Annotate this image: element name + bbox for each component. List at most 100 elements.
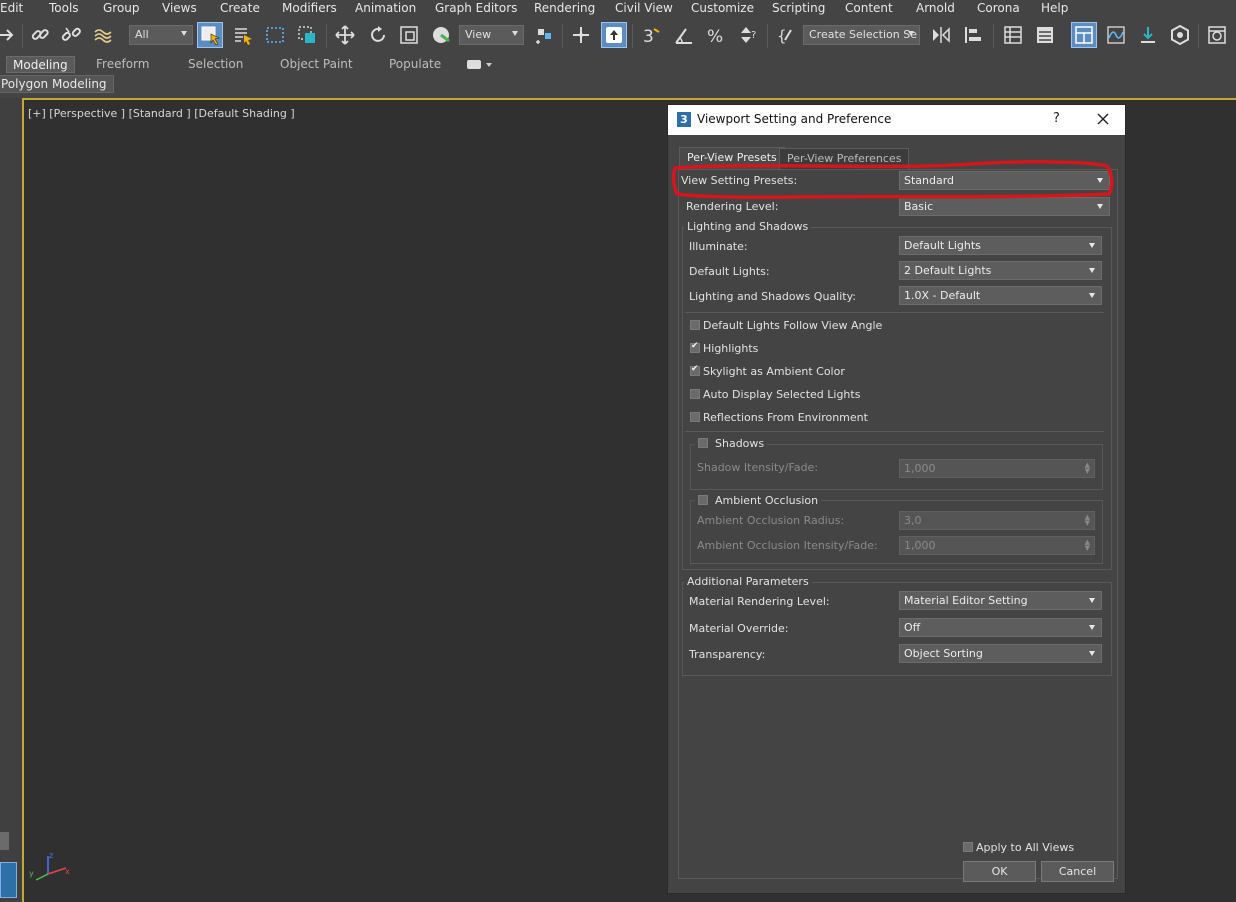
viewport-side-button[interactable] xyxy=(0,832,9,850)
polygon-modeling-panel[interactable]: Polygon Modeling xyxy=(0,75,114,93)
material-rendering-level-label: Material Rendering Level: xyxy=(689,595,830,608)
menu-rendering[interactable]: Rendering xyxy=(534,1,595,15)
default-lights-follow-checkbox[interactable] xyxy=(690,320,700,330)
pivot-center-icon[interactable] xyxy=(531,22,557,48)
menu-animation[interactable]: Animation xyxy=(355,1,416,15)
tab-per-view-preferences[interactable]: Per-View Preferences xyxy=(779,148,910,169)
render-setup-icon[interactable] xyxy=(1204,22,1230,48)
tab-object-paint[interactable]: Object Paint xyxy=(280,56,353,73)
rendering-level-dropdown[interactable]: Basic xyxy=(899,197,1110,216)
menu-customize[interactable]: Customize xyxy=(691,1,754,15)
close-icon[interactable] xyxy=(1093,109,1113,129)
selection-filter-dropdown[interactable]: All xyxy=(129,25,193,45)
tab-per-view-presets[interactable]: Per-View Presets xyxy=(679,147,785,169)
view-setting-presets-label: View Setting Presets: xyxy=(681,174,798,187)
material-editor-icon[interactable] xyxy=(1167,22,1193,48)
reflections-env-checkbox[interactable] xyxy=(690,412,700,422)
shadow-intensity-spinner[interactable]: 1,000 ▲ ▼ xyxy=(899,459,1095,478)
spinner-snap-icon[interactable]: ? xyxy=(735,22,761,48)
material-rendering-level-dropdown[interactable]: Material Editor Setting xyxy=(899,591,1102,610)
menu-views[interactable]: Views xyxy=(162,1,197,15)
shadow-quality-dropdown[interactable]: 1.0X - Default xyxy=(899,286,1102,305)
default-lights-dropdown[interactable]: 2 Default Lights xyxy=(899,261,1102,280)
cancel-button[interactable]: Cancel xyxy=(1041,861,1114,882)
auto-display-lights-checkbox[interactable] xyxy=(690,389,700,399)
tab-selection[interactable]: Selection xyxy=(188,56,243,73)
menu-arnold[interactable]: Arnold xyxy=(916,1,955,15)
dialog-titlebar[interactable]: 3 Viewport Setting and Preference ? xyxy=(668,105,1125,135)
menu-edit[interactable]: Edit xyxy=(0,1,23,15)
bind-spacewarp-icon[interactable] xyxy=(91,22,117,48)
tab-modeling[interactable]: Modeling xyxy=(6,56,75,73)
viewport-label-menu[interactable]: [+] [Perspective ] [Standard ] [Default … xyxy=(28,107,295,120)
edit-named-selection-icon[interactable]: { xyxy=(773,22,799,48)
curve-editor-icon[interactable] xyxy=(1103,22,1129,48)
svg-text:?: ? xyxy=(751,30,756,41)
menu-scripting[interactable]: Scripting xyxy=(772,1,825,15)
menu-help[interactable]: Help xyxy=(1041,1,1068,15)
shadows-checkbox[interactable] xyxy=(698,438,708,448)
undo-arrow-icon[interactable] xyxy=(0,22,20,48)
view-setting-presets-dropdown[interactable]: Standard xyxy=(899,171,1110,190)
unlink-icon[interactable] xyxy=(58,22,84,48)
reference-coord-dropdown[interactable]: View xyxy=(459,25,524,45)
rect-region-icon[interactable] xyxy=(262,22,288,48)
tab-populate[interactable]: Populate xyxy=(389,56,441,73)
select-manipulate-icon[interactable] xyxy=(568,22,594,48)
highlights-checkbox[interactable] xyxy=(690,341,700,353)
mirror-icon[interactable] xyxy=(928,22,954,48)
select-by-name-icon[interactable] xyxy=(230,22,256,48)
scene-explorer-icon[interactable] xyxy=(1000,22,1026,48)
help-button[interactable]: ? xyxy=(1053,111,1060,126)
ribbon-toggle-icon[interactable] xyxy=(1071,22,1097,48)
apply-all-views-checkbox[interactable] xyxy=(963,842,973,852)
default-lights-label: Default Lights: xyxy=(689,265,770,278)
chevron-down-icon xyxy=(1097,204,1103,209)
snap-3-icon[interactable]: 3 xyxy=(638,22,664,48)
angle-snap-icon[interactable] xyxy=(671,22,697,48)
transparency-dropdown[interactable]: Object Sorting xyxy=(899,644,1102,663)
auto-display-lights-label: Auto Display Selected Lights xyxy=(703,388,861,401)
menu-corona[interactable]: Corona xyxy=(977,1,1020,15)
menu-create[interactable]: Create xyxy=(220,1,260,15)
ao-radius-spinner[interactable]: 3,0 ▲ ▼ xyxy=(899,511,1095,530)
window-crossing-icon[interactable] xyxy=(294,22,320,48)
ao-intensity-spinner[interactable]: 1,000 ▲ ▼ xyxy=(899,536,1095,555)
spinner-arrows-icon: ▲ ▼ xyxy=(1084,461,1090,475)
align-icon[interactable] xyxy=(960,22,986,48)
divider xyxy=(685,312,1104,313)
percent-snap-icon[interactable]: % xyxy=(703,22,729,48)
skylight-ambient-checkbox[interactable] xyxy=(690,364,700,376)
menu-graph-editors[interactable]: Graph Editors xyxy=(435,1,517,15)
layer-explorer-icon[interactable] xyxy=(1032,22,1058,48)
axis-tripod-icon: z x y xyxy=(29,851,70,881)
ok-button[interactable]: OK xyxy=(963,861,1036,882)
menu-group[interactable]: Group xyxy=(103,1,140,15)
menu-tools[interactable]: Tools xyxy=(49,1,79,15)
rotate-icon[interactable] xyxy=(365,22,391,48)
ribbon-options-icon[interactable] xyxy=(467,60,481,69)
material-override-label: Material Override: xyxy=(689,622,789,635)
menu-modifiers[interactable]: Modifiers xyxy=(282,1,337,15)
menu-bar: Edit Tools Group Views Create Modifiers … xyxy=(0,0,1236,18)
schematic-icon[interactable] xyxy=(1135,22,1161,48)
menu-civil-view[interactable]: Civil View xyxy=(615,1,673,15)
keyboard-shortcut-override-icon[interactable] xyxy=(601,22,627,48)
ambient-occlusion-checkbox[interactable] xyxy=(698,495,708,505)
illuminate-dropdown[interactable]: Default Lights xyxy=(899,236,1102,255)
move-icon[interactable] xyxy=(332,22,358,48)
named-selection-value: Create Selection Se xyxy=(809,28,917,41)
named-selection-dropdown[interactable]: Create Selection Se xyxy=(803,25,920,45)
place-icon[interactable] xyxy=(428,22,454,48)
link-icon[interactable] xyxy=(27,22,53,48)
tab-freeform[interactable]: Freeform xyxy=(96,56,149,73)
scale-icon[interactable] xyxy=(396,22,422,48)
chevron-down-icon[interactable] xyxy=(486,63,492,67)
menu-content[interactable]: Content xyxy=(845,1,893,15)
spinner-arrows-icon: ▲ ▼ xyxy=(1084,538,1090,552)
divider xyxy=(685,431,1104,432)
reflections-env-label: Reflections From Environment xyxy=(703,411,868,424)
material-override-dropdown[interactable]: Off xyxy=(899,618,1102,637)
select-object-icon[interactable] xyxy=(197,22,223,48)
viewport-layout-tab[interactable] xyxy=(0,862,17,898)
